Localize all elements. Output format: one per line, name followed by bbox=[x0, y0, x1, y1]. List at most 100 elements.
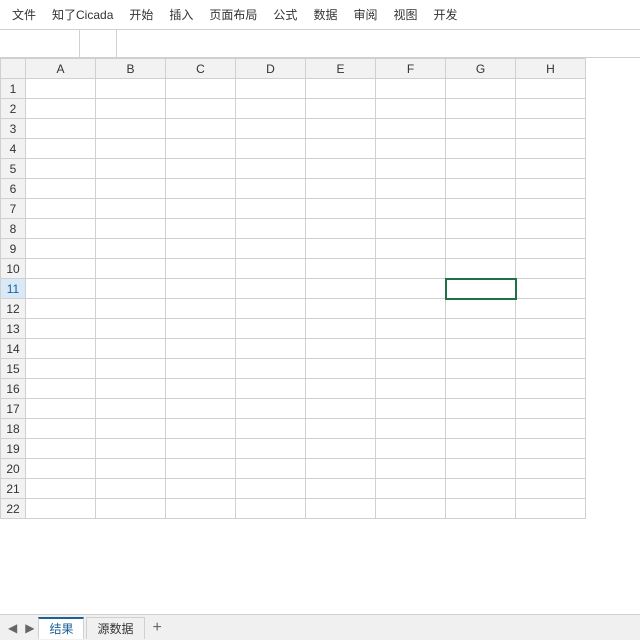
cell-A9[interactable] bbox=[26, 239, 96, 259]
cell-D19[interactable] bbox=[236, 439, 306, 459]
cell-F3[interactable] bbox=[376, 119, 446, 139]
cell-C9[interactable] bbox=[166, 239, 236, 259]
cell-H10[interactable] bbox=[516, 259, 586, 279]
cell-B22[interactable] bbox=[96, 499, 166, 519]
cell-F8[interactable] bbox=[376, 219, 446, 239]
cell-C2[interactable] bbox=[166, 99, 236, 119]
cell-H1[interactable] bbox=[516, 79, 586, 99]
cell-D8[interactable] bbox=[236, 219, 306, 239]
cell-H4[interactable] bbox=[516, 139, 586, 159]
row-num-16[interactable]: 16 bbox=[1, 379, 26, 399]
cell-G16[interactable] bbox=[446, 379, 516, 399]
cell-B18[interactable] bbox=[96, 419, 166, 439]
cell-G4[interactable] bbox=[446, 139, 516, 159]
col-header-D[interactable]: D bbox=[236, 59, 306, 79]
cell-A5[interactable] bbox=[26, 159, 96, 179]
cell-B15[interactable] bbox=[96, 359, 166, 379]
cell-A13[interactable] bbox=[26, 319, 96, 339]
cell-C21[interactable] bbox=[166, 479, 236, 499]
cell-A4[interactable] bbox=[26, 139, 96, 159]
add-sheet-button[interactable]: + bbox=[149, 619, 166, 637]
cell-E2[interactable] bbox=[306, 99, 376, 119]
cell-G9[interactable] bbox=[446, 239, 516, 259]
cell-B17[interactable] bbox=[96, 399, 166, 419]
row-num-6[interactable]: 6 bbox=[1, 179, 26, 199]
cell-C8[interactable] bbox=[166, 219, 236, 239]
cell-B16[interactable] bbox=[96, 379, 166, 399]
cell-E6[interactable] bbox=[306, 179, 376, 199]
cell-A16[interactable] bbox=[26, 379, 96, 399]
cell-D9[interactable] bbox=[236, 239, 306, 259]
cell-E4[interactable] bbox=[306, 139, 376, 159]
cell-A22[interactable] bbox=[26, 499, 96, 519]
sheet-nav-prev[interactable]: ◀ bbox=[4, 619, 21, 637]
cell-B3[interactable] bbox=[96, 119, 166, 139]
cell-C16[interactable] bbox=[166, 379, 236, 399]
cell-H15[interactable] bbox=[516, 359, 586, 379]
cell-H9[interactable] bbox=[516, 239, 586, 259]
cell-H3[interactable] bbox=[516, 119, 586, 139]
menu-item-5[interactable]: 公式 bbox=[265, 2, 305, 27]
cell-A3[interactable] bbox=[26, 119, 96, 139]
cell-E13[interactable] bbox=[306, 319, 376, 339]
cell-E18[interactable] bbox=[306, 419, 376, 439]
cell-A17[interactable] bbox=[26, 399, 96, 419]
cell-E8[interactable] bbox=[306, 219, 376, 239]
cell-G6[interactable] bbox=[446, 179, 516, 199]
cell-H20[interactable] bbox=[516, 459, 586, 479]
cell-D17[interactable] bbox=[236, 399, 306, 419]
cell-B20[interactable] bbox=[96, 459, 166, 479]
cell-D21[interactable] bbox=[236, 479, 306, 499]
cell-F17[interactable] bbox=[376, 399, 446, 419]
cell-B6[interactable] bbox=[96, 179, 166, 199]
cell-B1[interactable] bbox=[96, 79, 166, 99]
cell-F16[interactable] bbox=[376, 379, 446, 399]
col-header-C[interactable]: C bbox=[166, 59, 236, 79]
cell-C22[interactable] bbox=[166, 499, 236, 519]
cell-E7[interactable] bbox=[306, 199, 376, 219]
cell-A19[interactable] bbox=[26, 439, 96, 459]
cell-H21[interactable] bbox=[516, 479, 586, 499]
cell-F6[interactable] bbox=[376, 179, 446, 199]
cell-E1[interactable] bbox=[306, 79, 376, 99]
menu-item-0[interactable]: 文件 bbox=[4, 2, 44, 27]
cell-C3[interactable] bbox=[166, 119, 236, 139]
cell-C10[interactable] bbox=[166, 259, 236, 279]
cell-C18[interactable] bbox=[166, 419, 236, 439]
cell-D22[interactable] bbox=[236, 499, 306, 519]
sheet-nav-next[interactable]: ▶ bbox=[21, 619, 38, 637]
row-num-14[interactable]: 14 bbox=[1, 339, 26, 359]
row-num-18[interactable]: 18 bbox=[1, 419, 26, 439]
col-header-F[interactable]: F bbox=[376, 59, 446, 79]
cell-E12[interactable] bbox=[306, 299, 376, 319]
cell-C17[interactable] bbox=[166, 399, 236, 419]
cell-F1[interactable] bbox=[376, 79, 446, 99]
cell-B7[interactable] bbox=[96, 199, 166, 219]
cell-G22[interactable] bbox=[446, 499, 516, 519]
cell-H2[interactable] bbox=[516, 99, 586, 119]
cell-F12[interactable] bbox=[376, 299, 446, 319]
cell-F19[interactable] bbox=[376, 439, 446, 459]
cell-G10[interactable] bbox=[446, 259, 516, 279]
cell-E5[interactable] bbox=[306, 159, 376, 179]
cell-G11[interactable] bbox=[446, 279, 516, 299]
cell-G15[interactable] bbox=[446, 359, 516, 379]
cell-A1[interactable] bbox=[26, 79, 96, 99]
cell-A14[interactable] bbox=[26, 339, 96, 359]
cell-E11[interactable] bbox=[306, 279, 376, 299]
cell-B4[interactable] bbox=[96, 139, 166, 159]
cell-F7[interactable] bbox=[376, 199, 446, 219]
cell-B10[interactable] bbox=[96, 259, 166, 279]
row-num-3[interactable]: 3 bbox=[1, 119, 26, 139]
cell-E10[interactable] bbox=[306, 259, 376, 279]
col-header-G[interactable]: G bbox=[446, 59, 516, 79]
cell-C1[interactable] bbox=[166, 79, 236, 99]
cell-F4[interactable] bbox=[376, 139, 446, 159]
cell-D12[interactable] bbox=[236, 299, 306, 319]
cell-A6[interactable] bbox=[26, 179, 96, 199]
cell-C14[interactable] bbox=[166, 339, 236, 359]
cell-C13[interactable] bbox=[166, 319, 236, 339]
cell-C15[interactable] bbox=[166, 359, 236, 379]
cell-F21[interactable] bbox=[376, 479, 446, 499]
cell-F20[interactable] bbox=[376, 459, 446, 479]
